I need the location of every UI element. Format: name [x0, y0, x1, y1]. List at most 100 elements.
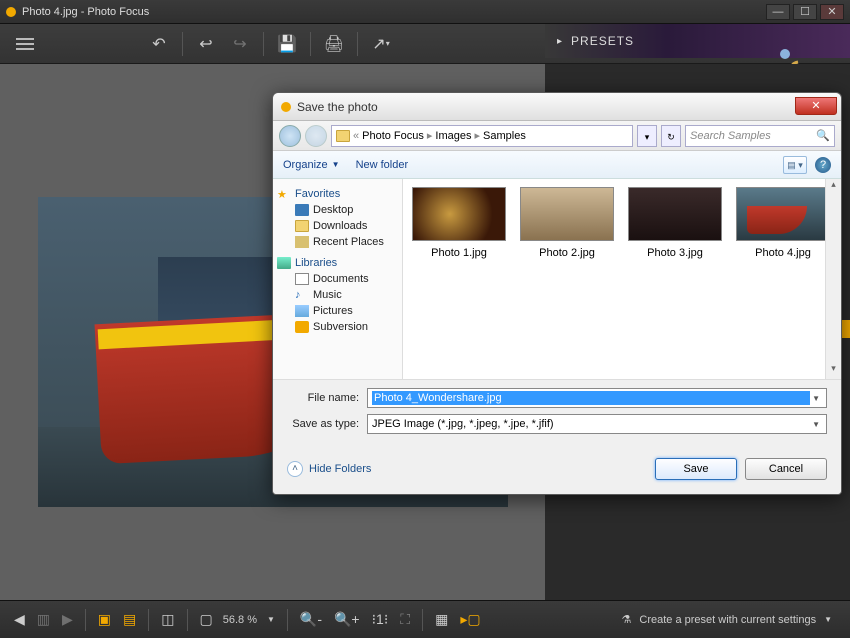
file-item[interactable]: Photo 3.jpg — [625, 187, 725, 259]
flask-icon: ⚗ — [622, 613, 632, 626]
breadcrumb-part[interactable]: Images — [435, 130, 471, 142]
file-name: Photo 2.jpg — [539, 247, 595, 259]
dialog-close-button[interactable]: ✕ — [795, 97, 837, 115]
breadcrumb-part[interactable]: Samples — [483, 130, 526, 142]
file-name-value: Photo 4_Wondershare.jpg — [372, 391, 810, 405]
breadcrumb[interactable]: « Photo Focus ▸ Images ▸ Samples — [331, 125, 633, 147]
search-placeholder: Search Samples — [690, 130, 771, 142]
maximize-button[interactable]: ☐ — [793, 4, 817, 20]
filmstrip-icon[interactable]: ▥ — [31, 607, 56, 632]
save-type-label: Save as type: — [287, 418, 367, 430]
landscape-mode-icon[interactable]: ▤ — [117, 607, 142, 632]
dialog-nav: « Photo Focus ▸ Images ▸ Samples ▾ ↻ Sea… — [273, 121, 841, 151]
create-preset-button[interactable]: ⚗ Create a preset with current settings … — [612, 609, 843, 630]
breadcrumb-dropdown[interactable]: ▾ — [637, 125, 657, 147]
separator — [182, 32, 183, 56]
redo-icon[interactable]: ↪ — [227, 31, 253, 57]
nav-forward-button[interactable] — [305, 125, 327, 147]
chevron-down-icon[interactable]: ▼ — [810, 394, 822, 403]
histogram-icon[interactable]: ▦ — [429, 607, 454, 632]
tree-libraries[interactable]: Libraries — [277, 257, 398, 269]
thumbnail — [520, 187, 614, 241]
presets-panel-header[interactable]: PRESETS — [545, 24, 850, 58]
zoom-value: 56.8 % — [219, 614, 261, 626]
dialog-icon — [281, 102, 291, 112]
save-icon[interactable]: 💾 — [274, 31, 300, 57]
undo-icon[interactable]: ↩ — [193, 31, 219, 57]
tree-recent[interactable]: Recent Places — [277, 234, 398, 250]
file-item[interactable]: Photo 4.jpg — [733, 187, 833, 259]
export-icon[interactable]: ↗▾ — [368, 31, 394, 57]
file-name-label: File name: — [287, 392, 367, 404]
thumbnail — [628, 187, 722, 241]
tree-music[interactable]: ♪Music — [277, 287, 398, 303]
fullscreen-icon[interactable]: ⛶ — [394, 607, 416, 632]
file-name-input[interactable]: Photo 4_Wondershare.jpg ▼ — [367, 388, 827, 408]
revert-icon[interactable]: ↶ — [146, 31, 172, 57]
dialog-footer: ˄ Hide Folders Save Cancel — [273, 448, 841, 494]
separator — [310, 32, 311, 56]
thumbnail — [736, 187, 830, 241]
file-name: Photo 3.jpg — [647, 247, 703, 259]
tree-favorites[interactable]: ★Favorites — [277, 188, 398, 200]
zoom-in-icon[interactable]: 🔍+ — [328, 607, 366, 632]
file-list: Photo 1.jpg Photo 2.jpg Photo 3.jpg Phot… — [403, 179, 841, 379]
app-title: Photo 4.jpg - Photo Focus — [22, 6, 763, 18]
cancel-button[interactable]: Cancel — [745, 458, 827, 480]
file-item[interactable]: Photo 1.jpg — [409, 187, 509, 259]
thumbnail — [412, 187, 506, 241]
app-titlebar: Photo 4.jpg - Photo Focus — ☐ ✕ — [0, 0, 850, 24]
dialog-body: ★Favorites Desktop Downloads Recent Plac… — [273, 179, 841, 379]
dialog-title: Save the photo — [297, 100, 378, 114]
folder-tree: ★Favorites Desktop Downloads Recent Plac… — [273, 179, 403, 379]
save-type-select[interactable]: JPEG Image (*.jpg, *.jpeg, *.jpe, *.jfif… — [367, 414, 827, 434]
dialog-toolbar: Organize▼ New folder ▤ ▾ ? — [273, 151, 841, 179]
save-button[interactable]: Save — [655, 458, 737, 480]
file-name: Photo 4.jpg — [755, 247, 811, 259]
presets-label: PRESETS — [571, 34, 634, 48]
nav-back-button[interactable] — [279, 125, 301, 147]
tree-subversion[interactable]: Subversion — [277, 319, 398, 335]
refresh-button[interactable]: ↻ — [661, 125, 681, 147]
chevron-up-icon: ˄ — [287, 461, 303, 477]
prev-photo-icon[interactable]: ◀ — [8, 607, 31, 632]
bottom-bar: ◀ ▥ ▶ ▣ ▤ ◫ ▢ 56.8 % ▼ 🔍‑ 🔍+ ⁝1⁝ ⛶ ▦ ▸▢ … — [0, 600, 850, 638]
chevron-down-icon: ▼ — [824, 615, 832, 624]
next-photo-icon[interactable]: ▶ — [56, 607, 79, 632]
scrollbar[interactable]: ▴▾ — [825, 179, 841, 379]
search-input[interactable]: Search Samples 🔍 — [685, 125, 835, 147]
hide-folders-toggle[interactable]: ˄ Hide Folders — [287, 461, 371, 477]
new-folder-button[interactable]: New folder — [356, 159, 409, 171]
menu-button[interactable] — [12, 31, 38, 57]
separator — [263, 32, 264, 56]
fit-icon[interactable]: ▢ — [194, 607, 219, 632]
chevron-down-icon[interactable]: ▼ — [810, 420, 822, 429]
help-icon[interactable]: ? — [815, 157, 831, 173]
actual-size-icon[interactable]: ⁝1⁝ — [366, 607, 395, 632]
separator — [357, 32, 358, 56]
search-icon: 🔍 — [816, 129, 830, 142]
dialog-titlebar[interactable]: Save the photo ✕ — [273, 93, 841, 121]
print-icon[interactable]: 🖨 — [321, 31, 347, 57]
tree-downloads[interactable]: Downloads — [277, 218, 398, 234]
save-dialog: Save the photo ✕ « Photo Focus ▸ Images … — [272, 92, 842, 495]
zoom-out-icon[interactable]: 🔍‑ — [294, 607, 328, 632]
tree-pictures[interactable]: Pictures — [277, 303, 398, 319]
compare-icon[interactable]: ◫ — [155, 607, 180, 632]
portrait-mode-icon[interactable]: ▣ — [92, 607, 117, 632]
tree-documents[interactable]: Documents — [277, 271, 398, 287]
info-icon[interactable]: ▸▢ — [454, 607, 486, 632]
folder-icon — [336, 130, 350, 142]
create-preset-label: Create a preset with current settings — [639, 614, 816, 626]
app-icon — [6, 7, 16, 17]
close-button[interactable]: ✕ — [820, 4, 844, 20]
breadcrumb-part[interactable]: Photo Focus — [362, 130, 424, 142]
organize-menu[interactable]: Organize — [283, 159, 328, 171]
tree-desktop[interactable]: Desktop — [277, 202, 398, 218]
view-mode-button[interactable]: ▤ ▾ — [783, 156, 807, 174]
dialog-fields: File name: Photo 4_Wondershare.jpg ▼ Sav… — [273, 379, 841, 448]
zoom-dropdown-icon[interactable]: ▼ — [261, 611, 281, 628]
file-item[interactable]: Photo 2.jpg — [517, 187, 617, 259]
minimize-button[interactable]: — — [766, 4, 790, 20]
file-name: Photo 1.jpg — [431, 247, 487, 259]
